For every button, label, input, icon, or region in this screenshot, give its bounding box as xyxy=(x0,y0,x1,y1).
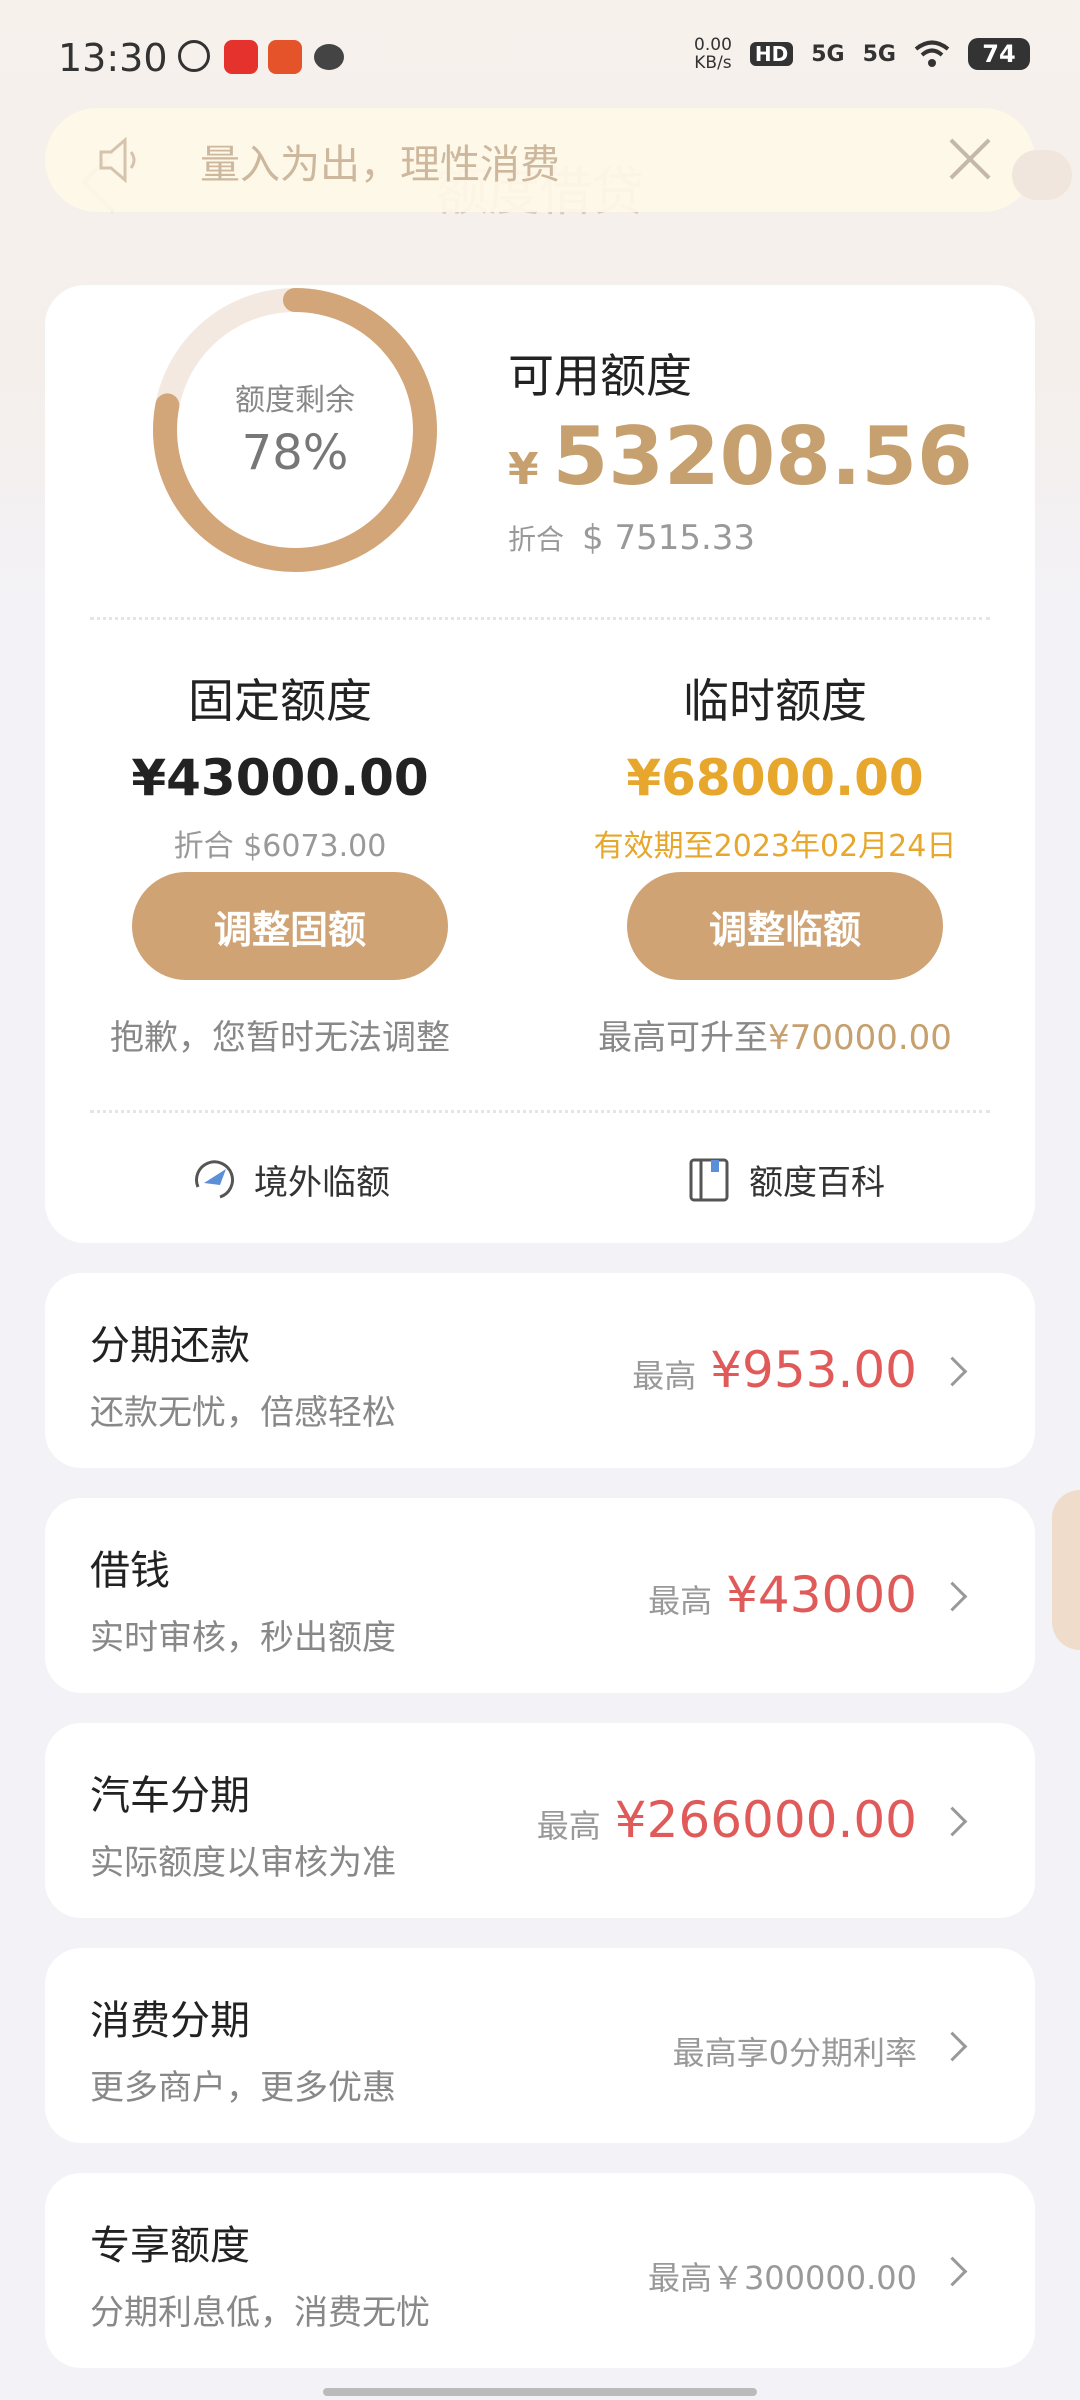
row-amount: ¥266000.00 xyxy=(614,1791,917,1849)
chevron-right-icon xyxy=(937,2256,968,2287)
row-amount: ¥953.00 xyxy=(710,1341,917,1399)
signal-icon-1: 5G xyxy=(811,41,845,67)
row-title: 借钱 xyxy=(90,1548,170,1594)
row-subtitle: 更多商户，更多优惠 xyxy=(90,2068,396,2108)
row-title: 专享额度 xyxy=(90,2223,250,2269)
floating-widget[interactable] xyxy=(1052,1490,1080,1650)
reminder-banner: 量入为出，理性消费 xyxy=(45,108,1035,212)
credit-summary-card: 额度剩余 78% 可用额度 ¥53208.56 折合 $ 7515.33 固定额度… xyxy=(45,285,1035,1243)
temporary-credit: 临时额度 ¥68000.00 有效期至2023年02月24日 xyxy=(565,665,985,865)
overseas-temp-label: 境外临额 xyxy=(254,1163,390,1203)
credit-wiki-link[interactable]: 额度百科 xyxy=(687,1155,885,1204)
row-subtitle: 实际额度以审核为准 xyxy=(90,1843,396,1883)
available-credit-label: 可用额度 xyxy=(508,349,692,403)
fixed-credit-usd: 折合 $6073.00 xyxy=(173,829,387,864)
net-speed: 0.00 KB/s xyxy=(694,36,732,72)
row-subtitle: 还款无忧，倍感轻松 xyxy=(90,1393,396,1433)
list-item-exclusive-credit[interactable]: 专享额度 分期利息低，消费无忧 最高￥300000.00 xyxy=(45,2173,1035,2368)
wifi-icon xyxy=(914,40,950,67)
reminder-text: 量入为出，理性消费 xyxy=(200,142,560,188)
divider xyxy=(90,617,990,620)
net-speed-unit: KB/s xyxy=(694,53,732,73)
ring-percent: 78% xyxy=(241,425,349,481)
row-subtitle: 分期利息低，消费无忧 xyxy=(90,2293,430,2333)
row-value: 最高享0分期利率 xyxy=(673,2028,917,2074)
currency-symbol: ¥ xyxy=(508,444,539,495)
home-indicator[interactable] xyxy=(323,2388,757,2396)
net-speed-value: 0.00 xyxy=(694,35,732,55)
chevron-right-icon xyxy=(937,1806,968,1837)
list-item-installment-repay[interactable]: 分期还款 还款无忧，倍感轻松 最高 ¥953.00 xyxy=(45,1273,1035,1468)
adjust-fixed-button[interactable]: 调整固额 xyxy=(132,872,448,980)
fixed-credit-amount: ¥43000.00 xyxy=(131,749,429,807)
speaker-icon xyxy=(99,136,136,184)
row-amount: ¥43000 xyxy=(726,1566,917,1624)
row-subtitle: 实时审核，秒出额度 xyxy=(90,1618,396,1658)
temp-credit-amount: ¥68000.00 xyxy=(626,749,924,807)
temp-credit-title: 临时额度 xyxy=(683,674,867,728)
message-icon xyxy=(314,44,344,70)
app-notification-icon xyxy=(178,40,210,72)
overseas-temp-link[interactable]: 境外临额 xyxy=(190,1155,390,1204)
chevron-right-icon xyxy=(937,1356,968,1387)
row-text: 最高享0分期利率 xyxy=(672,2034,917,2072)
status-bar: 13:30 0.00 KB/s HD 5G 5G 74 xyxy=(0,0,1080,120)
fixed-adjust-note: 抱歉，您暂时无法调整 xyxy=(110,1018,450,1058)
row-value: 最高￥300000.00 xyxy=(648,2253,917,2299)
row-title: 汽车分期 xyxy=(90,1773,250,1819)
status-right: 0.00 KB/s HD 5G 5G 74 xyxy=(694,36,1030,72)
available-amount-value: 53208.56 xyxy=(552,410,973,503)
row-prefix: 最高 xyxy=(536,1807,601,1845)
signal-icon-2: 5G xyxy=(862,41,896,67)
row-title: 消费分期 xyxy=(90,1998,250,2044)
available-usd: 折合 $ 7515.33 xyxy=(508,518,755,558)
news-app-icon xyxy=(224,40,258,74)
temp-adjust-note: 最高可升至¥70000.00 xyxy=(565,1010,985,1059)
status-time: 13:30 xyxy=(58,36,168,80)
row-prefix: 最高 xyxy=(648,1582,713,1620)
divider-2 xyxy=(90,1110,990,1113)
usd-value: $ 7515.33 xyxy=(582,518,756,558)
row-title: 分期还款 xyxy=(90,1323,250,1369)
fixed-credit: 固定额度 ¥43000.00 折合 $6073.00 xyxy=(70,665,490,865)
mascot-icon[interactable] xyxy=(1012,150,1072,200)
usd-label: 折合 xyxy=(508,523,565,556)
available-credit-amount: ¥53208.56 xyxy=(508,410,973,503)
temp-credit-expiry: 有效期至2023年02月24日 xyxy=(593,829,957,864)
close-icon[interactable] xyxy=(947,136,993,182)
temp-note-value: ¥70000.00 xyxy=(768,1018,952,1058)
row-value: 最高 ¥953.00 xyxy=(632,1341,917,1399)
row-prefix: 最高 xyxy=(632,1357,697,1395)
adjust-temp-button[interactable]: 调整临额 xyxy=(627,872,943,980)
row-value: 最高 ¥266000.00 xyxy=(537,1791,917,1849)
credit-wiki-label: 额度百科 xyxy=(749,1163,885,1203)
list-item-borrow[interactable]: 借钱 实时审核，秒出额度 最高 ¥43000 xyxy=(45,1498,1035,1693)
chevron-right-icon xyxy=(937,2031,968,2062)
row-value: 最高 ¥43000 xyxy=(648,1566,917,1624)
book-icon xyxy=(689,1158,729,1201)
bank-app-icon xyxy=(268,40,302,74)
chevron-right-icon xyxy=(937,1581,968,1612)
battery-icon: 74 xyxy=(968,38,1030,70)
list-item-car-installment[interactable]: 汽车分期 实际额度以审核为准 最高 ¥266000.00 xyxy=(45,1723,1035,1918)
temp-note-prefix: 最高可升至 xyxy=(598,1018,769,1058)
list-item-consumer-installment[interactable]: 消费分期 更多商户，更多优惠 最高享0分期利率 xyxy=(45,1948,1035,2143)
hd-icon: HD xyxy=(749,42,794,66)
row-text: 最高￥300000.00 xyxy=(647,2259,917,2297)
fixed-credit-title: 固定额度 xyxy=(188,674,372,728)
ring-label: 额度剩余 xyxy=(235,383,355,418)
plane-icon xyxy=(195,1159,234,1198)
